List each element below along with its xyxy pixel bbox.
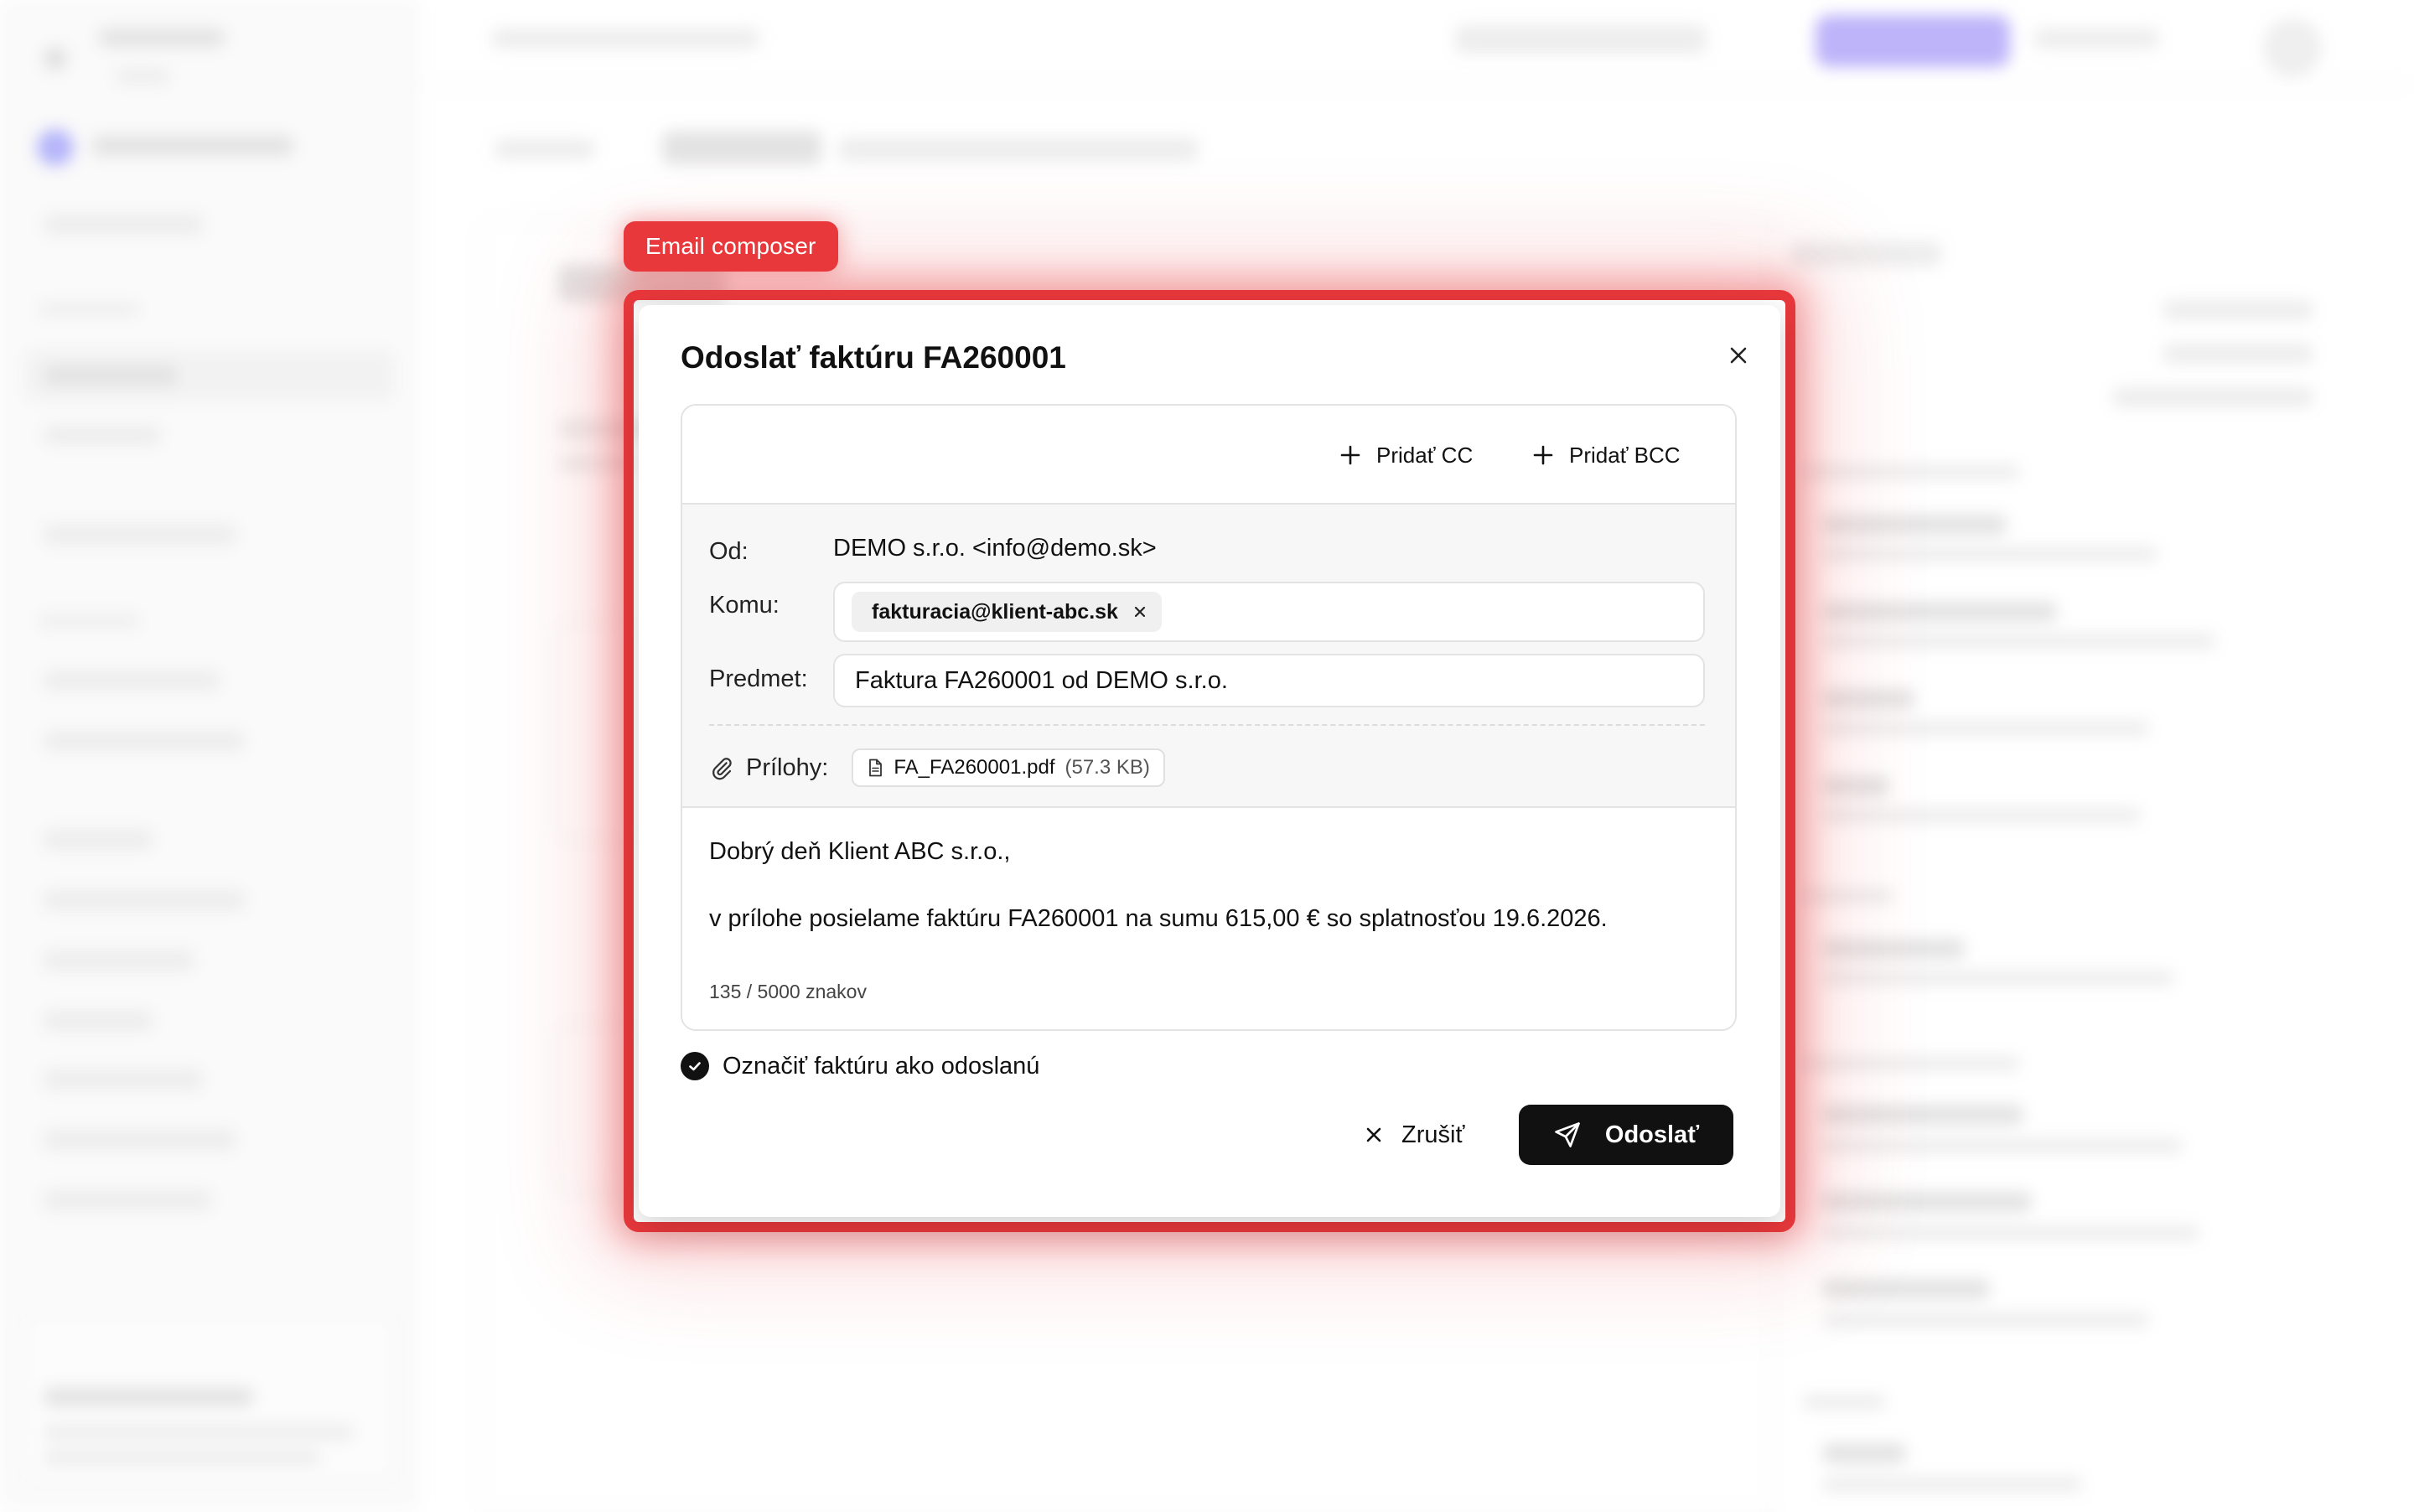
attachment-file[interactable]: FA_FA260001.pdf (57.3 KB) — [852, 748, 1165, 787]
close-button[interactable] — [1713, 330, 1764, 381]
add-cc-label: Pridať CC — [1376, 442, 1474, 468]
subject-label: Predmet: — [709, 665, 808, 692]
send-icon — [1555, 1122, 1580, 1147]
email-fields: Od: DEMO s.r.o. <info@demo.sk> Komu: fak… — [682, 505, 1735, 808]
mark-as-sent-checkbox[interactable]: Označiť faktúru ako odoslanú — [681, 1048, 1039, 1085]
from-label: Od: — [709, 538, 749, 565]
body-text: v prílohe posielame faktúru FA260001 na … — [709, 905, 1608, 932]
paperclip-icon — [712, 758, 732, 780]
plus-icon — [1340, 445, 1360, 465]
email-body-editor[interactable]: Dobrý deň Klient ABC s.r.o., v prílohe p… — [682, 808, 1735, 1028]
close-icon — [1134, 606, 1146, 618]
recipient-chip: fakturacia@klient-abc.sk — [852, 592, 1162, 632]
add-cc-button[interactable]: Pridať CC — [1339, 434, 1473, 476]
body-greeting: Dobrý deň Klient ABC s.r.o., — [709, 838, 1011, 865]
plus-icon — [1533, 445, 1553, 465]
character-counter: 135 / 5000 znakov — [709, 981, 867, 1002]
to-field[interactable]: fakturacia@klient-abc.sk — [833, 582, 1705, 642]
dialog-title: Odoslať faktúru FA260001 — [681, 340, 1066, 375]
attachments-row: Prílohy: FA_FA260001.pdf (57.3 KB) — [709, 748, 1165, 788]
cancel-label: Zrušiť — [1401, 1121, 1465, 1148]
attachment-filename: FA_FA260001.pdf — [894, 756, 1055, 779]
send-button[interactable]: Odoslať — [1519, 1105, 1733, 1165]
attachment-filesize: (57.3 KB) — [1065, 756, 1150, 779]
highlight-label: Email composer — [624, 221, 838, 272]
to-label: Komu: — [709, 592, 780, 619]
close-icon — [1730, 347, 1747, 364]
recipient-email: fakturacia@klient-abc.sk — [872, 599, 1118, 624]
subject-input[interactable]: Faktura FA260001 od DEMO s.r.o. — [833, 654, 1705, 707]
remove-recipient-button[interactable] — [1133, 605, 1147, 619]
send-label: Odoslať — [1604, 1121, 1700, 1148]
email-compose-panel: Pridať CC Pridať BCC Od: DEMO s.r.o. <in… — [681, 404, 1737, 1031]
close-icon — [1366, 1127, 1381, 1142]
attachments-label: Prílohy: — [746, 753, 829, 781]
cancel-button[interactable]: Zrušiť — [1358, 1105, 1471, 1165]
from-value: DEMO s.r.o. <info@demo.sk> — [833, 535, 1157, 562]
compose-header: Pridať CC Pridať BCC — [682, 406, 1735, 505]
send-invoice-dialog: Odoslať faktúru FA260001 Pridať CC Prida… — [639, 305, 1780, 1217]
checkbox-checked-icon — [681, 1052, 709, 1080]
add-bcc-button[interactable]: Pridať BCC — [1532, 434, 1681, 476]
fields-divider — [709, 724, 1705, 726]
add-bcc-label: Pridať BCC — [1569, 442, 1681, 468]
mark-as-sent-label: Označiť faktúru ako odoslanú — [723, 1052, 1040, 1080]
file-icon — [869, 759, 883, 777]
